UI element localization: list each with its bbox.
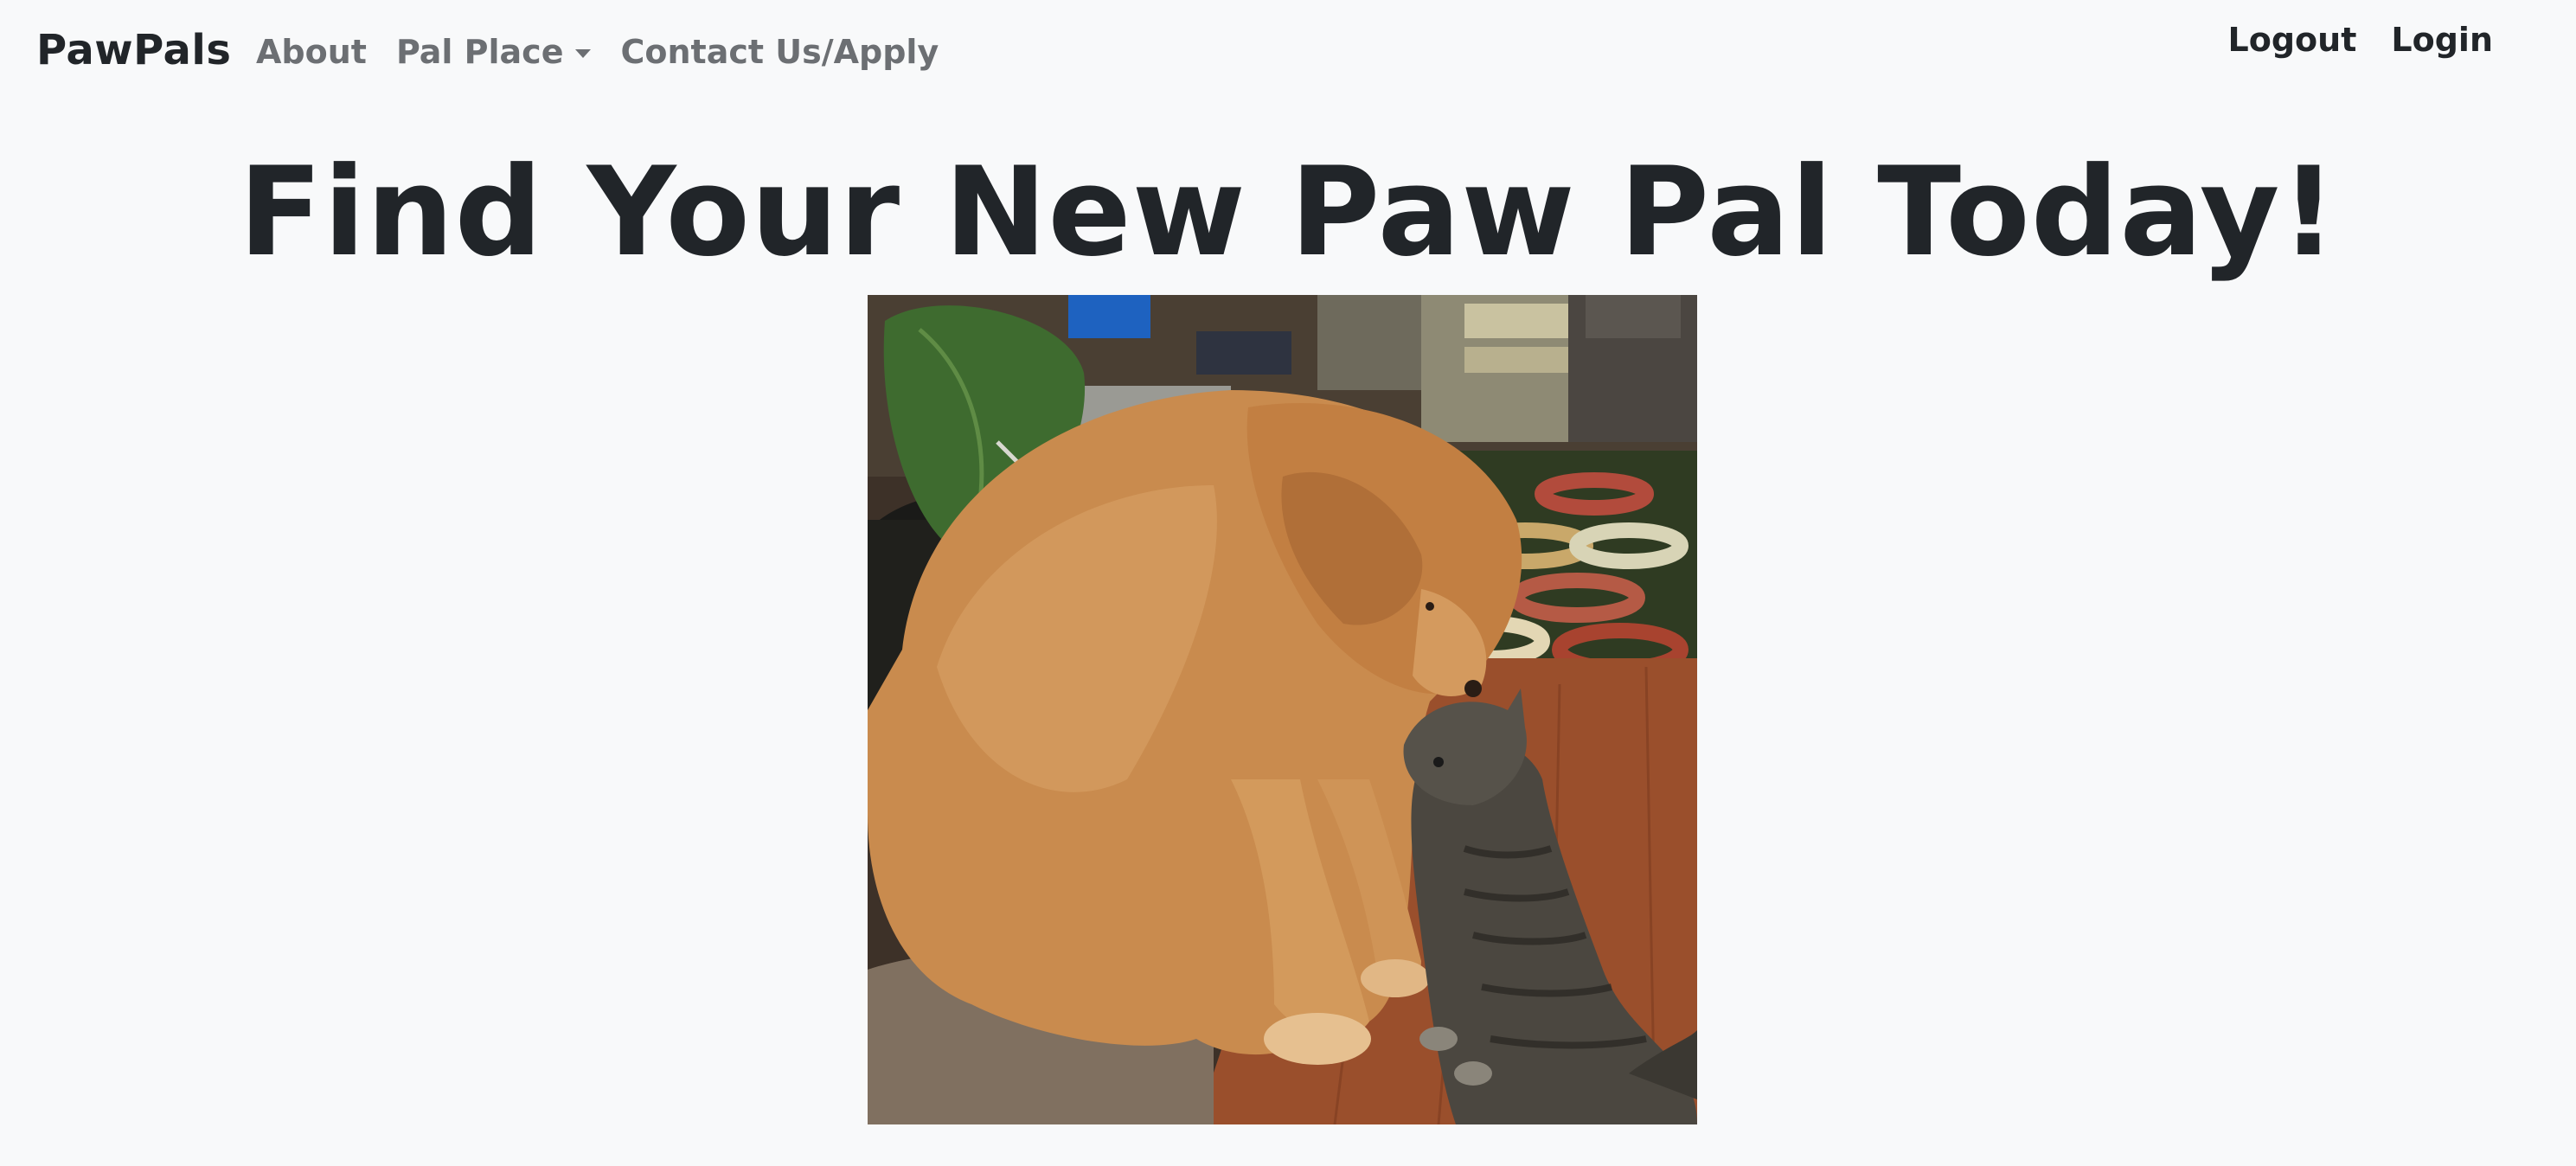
logout-link[interactable]: Logout — [2228, 21, 2357, 59]
hero-image-dog-and-cat — [868, 295, 1697, 1124]
brand-logo[interactable]: PawPals — [36, 26, 231, 74]
nav-dropdown-pal-place[interactable]: Pal Place — [396, 33, 592, 71]
nav-link-contact-apply[interactable]: Contact Us/Apply — [620, 33, 939, 71]
auth-links: Logout Login — [2194, 21, 2493, 59]
nav-links: About Pal Place Contact Us/Apply — [256, 33, 968, 71]
nav-dropdown-label: Pal Place — [395, 33, 564, 71]
page-title: Find Your New Paw Pal Today! — [238, 141, 2338, 284]
caret-down-icon — [575, 49, 592, 58]
navbar: PawPals About Pal Place Contact Us/Apply… — [0, 0, 2576, 112]
login-link[interactable]: Login — [2391, 21, 2493, 59]
nav-link-about[interactable]: About — [256, 33, 367, 71]
